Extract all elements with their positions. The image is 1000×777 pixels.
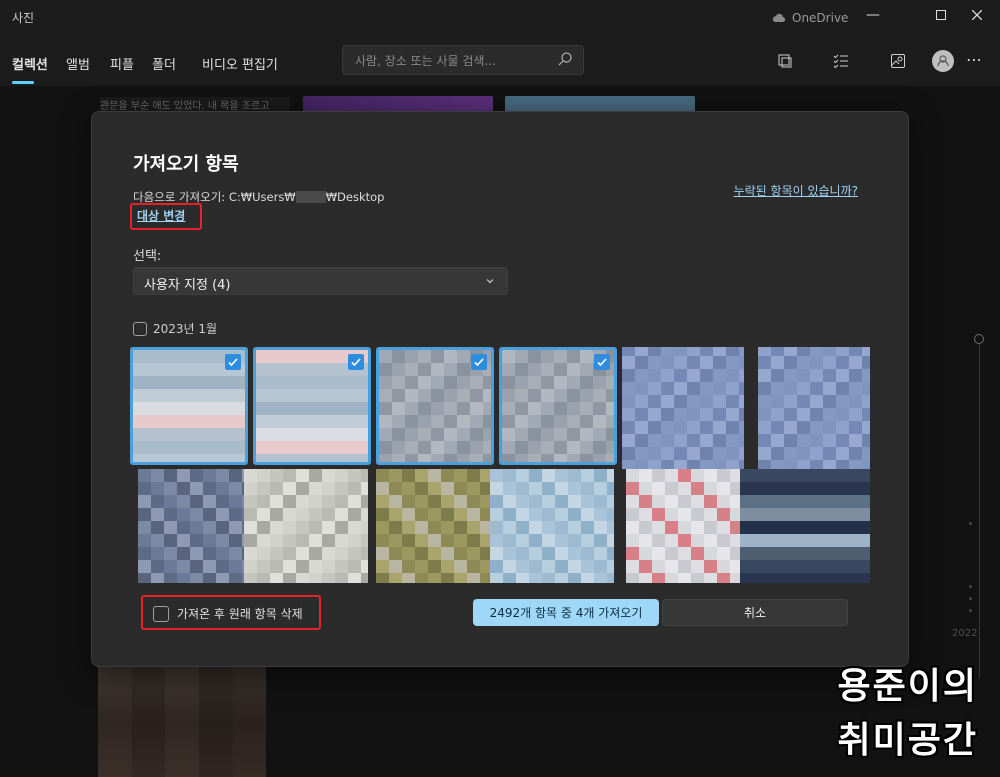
tab-people[interactable]: 피플 <box>110 54 134 73</box>
checkbox[interactable] <box>133 321 147 336</box>
close-button[interactable] <box>954 0 1000 30</box>
watermark-line2: 취미공간 <box>837 720 978 761</box>
month-group-checkbox[interactable]: 2023년 1월 <box>133 320 217 337</box>
tab-collection[interactable]: 컬렉션 <box>12 54 48 73</box>
checklist-icon <box>833 54 848 69</box>
checkmark-icon[interactable] <box>471 354 487 370</box>
cancel-button[interactable]: 취소 <box>662 599 848 626</box>
photo-thumbnail[interactable] <box>253 347 371 465</box>
highlight-box <box>141 595 321 630</box>
checkmark-icon[interactable] <box>594 354 610 370</box>
thumbnail-image <box>626 469 740 583</box>
checkmark-icon[interactable] <box>225 354 241 370</box>
destination-prefix: 다음으로 가져오기: <box>133 190 226 204</box>
import-dialog: 가져오기 항목 다음으로 가져오기: C:₩Users₩ ₩Desktop 누락된… <box>91 111 909 667</box>
photo-thumbnail[interactable] <box>490 469 614 583</box>
thumbnail-image <box>740 469 870 583</box>
maximize-icon <box>936 10 946 20</box>
thumbnail-image <box>244 469 368 583</box>
minimize-button[interactable]: — <box>850 0 896 30</box>
user-icon <box>937 55 949 67</box>
image-person-icon <box>891 54 905 68</box>
import-icon[interactable] <box>774 50 796 72</box>
import-button[interactable]: 2492개 항목 중 4개 가져오기 <box>473 599 659 626</box>
month-group-label: 2023년 1월 <box>153 322 218 336</box>
highlight-box <box>130 203 202 230</box>
select-icon[interactable] <box>830 50 852 72</box>
selection-dropdown[interactable]: 사용자 지정 (4) <box>133 267 508 295</box>
thumbnail-grid <box>130 347 870 583</box>
destination-path-start: C:₩Users₩ <box>228 190 296 204</box>
checkmark-icon[interactable] <box>348 354 364 370</box>
photo-thumbnail[interactable] <box>758 347 870 469</box>
photo-thumbnail[interactable] <box>244 469 368 583</box>
thumbnail-image <box>138 469 253 583</box>
onedrive-label: OneDrive <box>792 11 849 25</box>
cloud-icon <box>772 13 786 23</box>
thumbnail-image <box>490 469 614 583</box>
close-icon <box>972 10 982 20</box>
photo-thumbnail[interactable] <box>130 347 248 465</box>
people-photo-icon[interactable] <box>887 50 909 72</box>
active-tab-indicator <box>12 81 34 84</box>
selection-value: 사용자 지정 (4) <box>144 278 231 293</box>
tab-video-editor[interactable]: 비디오 편집기 <box>202 54 278 73</box>
missing-items-link[interactable]: 누락된 항목이 있습니까? <box>734 182 858 199</box>
photo-thumbnail[interactable] <box>499 347 617 465</box>
thumbnail-image <box>758 347 870 469</box>
photo-thumbnail[interactable] <box>376 469 500 583</box>
import-photos-icon <box>778 54 792 68</box>
thumbnail-image <box>622 347 744 469</box>
minimize-icon: — <box>866 7 880 23</box>
destination-path-end: ₩Desktop <box>325 190 385 204</box>
search-icon[interactable] <box>557 51 573 67</box>
onedrive-status[interactable]: OneDrive <box>772 11 848 25</box>
chevron-down-icon <box>486 279 494 284</box>
tab-folders[interactable]: 폴더 <box>152 54 176 73</box>
redacted-username <box>295 191 326 203</box>
tab-albums[interactable]: 앨범 <box>66 54 90 73</box>
watermark: 용준이의 취미공간 <box>838 660 978 768</box>
photo-thumbnail[interactable] <box>740 469 870 583</box>
watermark-line1: 용준이의 <box>837 666 978 707</box>
photo-thumbnail[interactable] <box>376 347 494 465</box>
app-title: 사진 <box>12 11 35 25</box>
photo-thumbnail[interactable] <box>622 347 744 469</box>
thumbnail-image <box>376 469 500 583</box>
photo-thumbnail[interactable] <box>626 469 740 583</box>
select-label: 선택: <box>133 249 162 264</box>
photo-thumbnail[interactable] <box>138 469 253 583</box>
dialog-title: 가져오기 항목 <box>133 154 239 175</box>
search-input[interactable] <box>353 51 547 71</box>
title-bar: 사진 OneDrive — <box>0 0 1000 32</box>
search-box[interactable] <box>342 45 584 75</box>
avatar[interactable] <box>932 50 954 72</box>
more-options-icon[interactable]: ⋯ <box>966 50 983 69</box>
